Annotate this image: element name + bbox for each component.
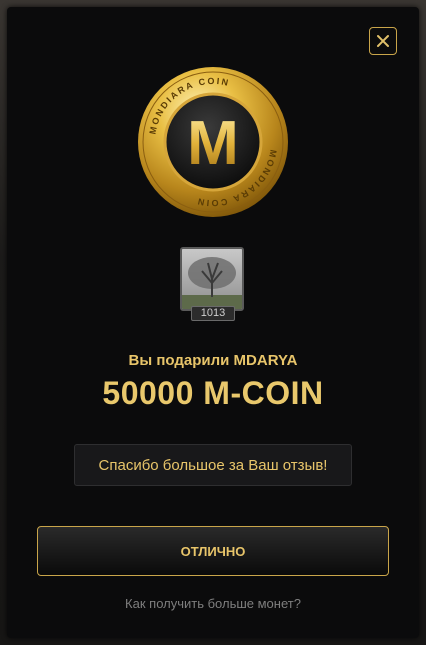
close-icon: [377, 35, 389, 47]
thanks-message: Спасибо большое за Ваш отзыв!: [74, 444, 352, 486]
close-button[interactable]: [369, 27, 397, 55]
gift-message: Вы подарили MDARYA: [128, 352, 298, 369]
gift-count-badge: 1013: [191, 306, 235, 321]
gift-image: [180, 247, 244, 311]
tree-image-icon: [182, 249, 242, 309]
gift-modal: MONDIARA COIN MONDIARA COIN M 1013 Вы по…: [7, 7, 419, 638]
mcoin-logo: MONDIARA COIN MONDIARA COIN M: [138, 67, 288, 217]
coin-letter: M: [187, 109, 239, 178]
gift-amount: 50000 M-COIN: [102, 375, 324, 411]
get-more-coins-link[interactable]: Как получить больше монет?: [7, 596, 419, 611]
ok-button[interactable]: ОТЛИЧНО: [37, 526, 389, 576]
